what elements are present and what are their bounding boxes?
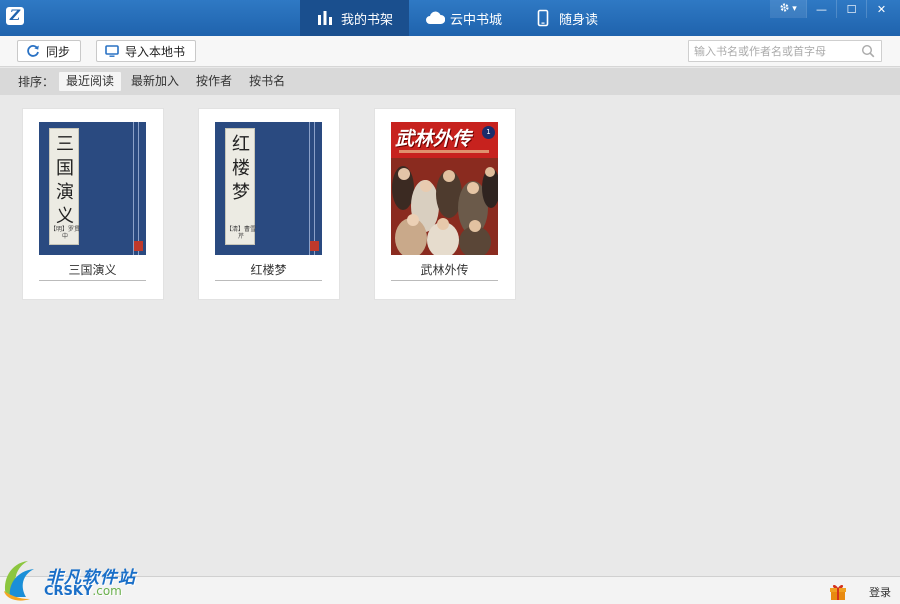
book-title: 三国演义 (68, 263, 117, 277)
sort-newest-added[interactable]: 最新加入 (124, 72, 186, 91)
import-local-book-button[interactable]: 导入本地书 (96, 40, 197, 62)
book-card[interactable]: 武林外传 1 武林外传 (375, 109, 515, 299)
cover-label: 三国演义 【明】罗贯中 (49, 128, 81, 245)
traditional-cover: 红楼梦 【清】曹雪芹 (215, 122, 322, 255)
sync-label: 同步 (46, 44, 71, 59)
tab-my-bookshelf[interactable]: 我的书架 (300, 0, 410, 36)
toolbar: 同步 导入本地书 (0, 36, 900, 67)
search-input[interactable] (689, 41, 857, 61)
minimize-button[interactable]: — (806, 0, 836, 18)
seal-stamp (310, 241, 319, 251)
window-controls: ▾ — ☐ ✕ (770, 0, 896, 18)
search-box (688, 40, 882, 62)
tab-cloud-bookstore-label: 云中书城 (450, 12, 503, 28)
cast-photo (391, 158, 498, 255)
sort-bar: 排序： 最近阅读 最新加入 按作者 按书名 (0, 68, 900, 95)
divider (215, 280, 322, 281)
login-link[interactable]: 登录 (869, 584, 891, 600)
watermark-domain: .com (92, 584, 122, 598)
main-nav: 我的书架 云中书城 随身读 (300, 0, 614, 36)
binding-stitch (133, 122, 134, 255)
book-title: 武林外传 (420, 263, 469, 277)
app-logo: Z (6, 7, 24, 25)
bar-chart-icon (316, 9, 334, 27)
sort-by-author[interactable]: 按作者 (189, 72, 239, 91)
import-label: 导入本地书 (125, 44, 186, 59)
book-cover[interactable]: 红楼梦 【清】曹雪芹 (215, 122, 322, 255)
wulin-cover: 武林外传 1 (391, 122, 498, 255)
settings-button[interactable]: ▾ (770, 0, 806, 18)
gear-icon (779, 2, 790, 16)
cover-author: 【明】罗贯中 (50, 226, 81, 240)
book-card[interactable]: 三国演义 【明】罗贯中 三国演义 (23, 109, 163, 299)
cloud-icon (425, 9, 446, 27)
monitor-icon (105, 44, 119, 58)
book-title: 红楼梦 (250, 263, 287, 277)
search-icon[interactable] (861, 44, 875, 58)
book-cover[interactable]: 武林外传 1 (391, 122, 498, 255)
cover-title: 武林外传 (395, 128, 472, 150)
traditional-cover: 三国演义 【明】罗贯中 (39, 122, 146, 255)
refresh-icon (26, 44, 40, 58)
binding-stitch (309, 122, 310, 255)
cover-title: 三国演义 (56, 134, 74, 227)
phone-icon (534, 9, 552, 27)
bookshelf: 三国演义 【明】罗贯中 三国演义 红楼梦 【清】曹雪芹 红楼梦 武林外传 1 武… (0, 95, 900, 576)
maximize-button[interactable]: ☐ (836, 0, 866, 18)
sync-button[interactable]: 同步 (17, 40, 82, 62)
sort-label: 排序： (18, 75, 55, 89)
cover-author: 【清】曹雪芹 (226, 226, 257, 240)
binding-stitch (314, 122, 315, 255)
book-card[interactable]: 红楼梦 【清】曹雪芹 红楼梦 (199, 109, 339, 299)
chevron-down-icon: ▾ (792, 4, 797, 14)
divider (39, 280, 146, 281)
cover-title: 红楼梦 (232, 134, 250, 203)
watermark-logo: 非凡软件站 CRSKY.com (0, 551, 142, 604)
watermark-en-text: CRSKY.com (44, 584, 122, 599)
volume-badge: 1 (482, 126, 495, 139)
sort-by-title[interactable]: 按书名 (242, 72, 292, 91)
close-button[interactable]: ✕ (866, 0, 896, 18)
tab-mobile-read[interactable]: 随身读 (518, 0, 614, 36)
tab-cloud-bookstore[interactable]: 云中书城 (409, 0, 518, 36)
gift-icon[interactable] (828, 581, 848, 601)
watermark-brand: CRSKY (44, 584, 93, 599)
title-bar: Z 我的书架 云中书城 随身读 ▾ — ☐ ✕ (0, 0, 900, 36)
sort-recent-read[interactable]: 最近阅读 (59, 72, 122, 91)
book-cover[interactable]: 三国演义 【明】罗贯中 (39, 122, 146, 255)
tab-mobile-read-label: 随身读 (559, 12, 599, 28)
divider (391, 280, 498, 281)
cover-subtitle-strip (399, 150, 489, 153)
tab-my-bookshelf-label: 我的书架 (341, 12, 394, 28)
seal-stamp (134, 241, 143, 251)
binding-stitch (138, 122, 139, 255)
cover-label: 红楼梦 【清】曹雪芹 (225, 128, 257, 245)
swirl-logo-icon (4, 561, 34, 601)
